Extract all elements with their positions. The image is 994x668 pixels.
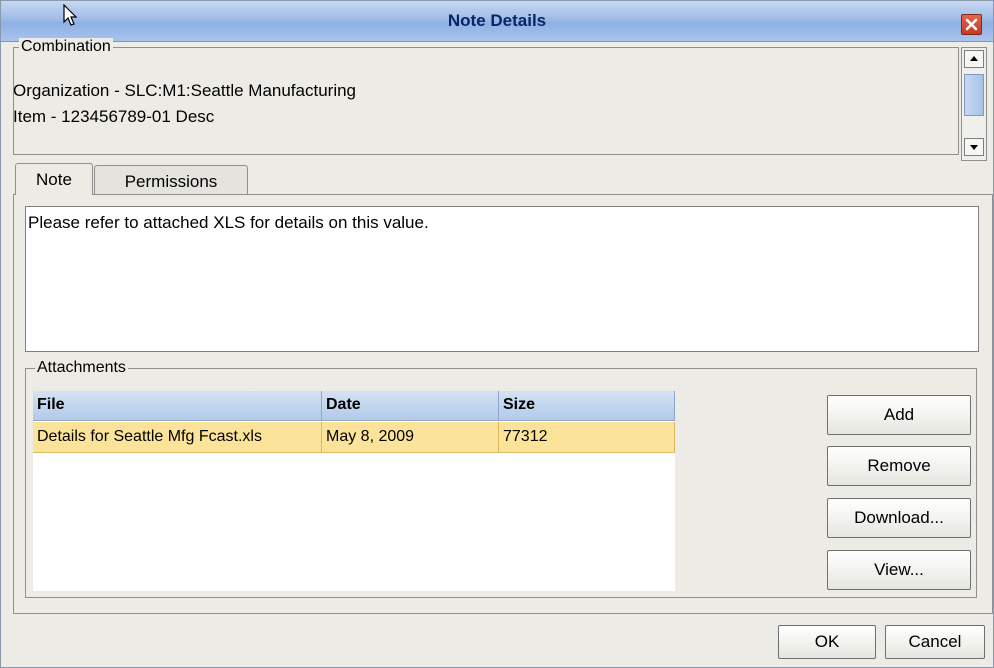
note-details-dialog: Note Details Combination Organization - … (0, 0, 994, 668)
note-text-area[interactable]: Please refer to attached XLS for details… (25, 206, 979, 352)
cell-size: 77312 (499, 422, 675, 452)
view-button[interactable]: View... (827, 550, 971, 590)
combination-item: Item - 123456789-01 Desc (13, 107, 215, 126)
close-icon (965, 18, 978, 31)
scroll-down-button[interactable] (964, 138, 984, 156)
tab-note[interactable]: Note (15, 163, 93, 195)
column-header-file[interactable]: File (33, 391, 322, 421)
scroll-up-icon (970, 56, 978, 61)
ok-button[interactable]: OK (778, 625, 876, 659)
cursor-icon (63, 4, 78, 26)
column-header-date[interactable]: Date (322, 391, 499, 421)
scroll-thumb[interactable] (964, 74, 984, 116)
column-header-size[interactable]: Size (499, 391, 675, 421)
scroll-up-button[interactable] (964, 50, 984, 68)
table-row[interactable]: Details for Seattle Mfg Fcast.xls May 8,… (33, 422, 675, 453)
cell-file: Details for Seattle Mfg Fcast.xls (33, 422, 322, 452)
cancel-button[interactable]: Cancel (885, 625, 985, 659)
remove-button[interactable]: Remove (827, 446, 971, 486)
download-button[interactable]: Download... (827, 498, 971, 538)
scroll-down-icon (970, 145, 978, 150)
combination-scrollbar[interactable] (961, 47, 987, 161)
tab-permissions[interactable]: Permissions (94, 165, 248, 195)
combination-group (13, 47, 959, 155)
combination-legend: Combination (19, 38, 113, 56)
attachments-legend: Attachments (35, 359, 128, 377)
combination-organization: Organization - SLC:M1:Seattle Manufactur… (13, 81, 357, 100)
cell-date: May 8, 2009 (322, 422, 499, 452)
window-title: Note Details (447, 11, 547, 30)
title-bar[interactable]: Note Details (1, 1, 993, 42)
close-button[interactable] (961, 14, 982, 35)
add-button[interactable]: Add (827, 395, 971, 435)
attachments-table: File Date Size Details for Seattle Mfg F… (33, 391, 675, 591)
